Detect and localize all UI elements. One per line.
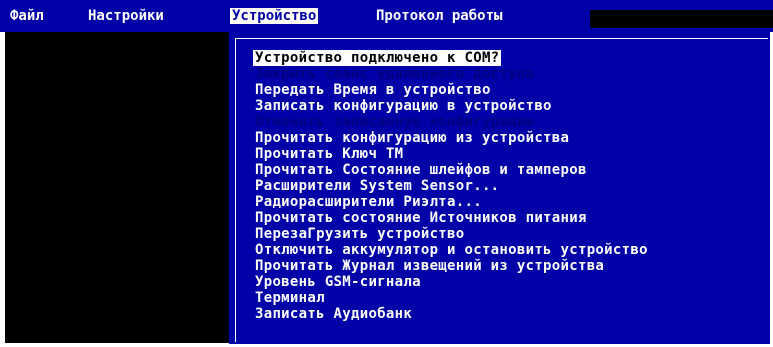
menu-device[interactable]: Устройство	[230, 8, 319, 24]
dropdown-item-label: Устройство подключено к COM?	[253, 50, 502, 66]
dropdown-item-label: Прочитать конфигурацию из устройства	[255, 130, 570, 146]
menu-work-log[interactable]: Протокол работы	[374, 8, 504, 24]
menu-settings[interactable]: Настройки	[86, 8, 166, 24]
dropdown-item-label: Прочитать Ключ ТМ	[255, 146, 404, 162]
dropdown-item[interactable]: Прочитать Журнал извещений из устройства	[255, 258, 648, 274]
dropdown-item[interactable]: Терминал	[255, 290, 648, 306]
dropdown-item[interactable]: Прочитать Состояние шлейфов и тамперов	[255, 162, 648, 178]
dropdown-item[interactable]: Радиорасширители Риэлта...	[255, 194, 648, 210]
dropdown-item[interactable]: Расширители System Sensor...	[255, 178, 648, 194]
dropdown-item-label: Прочитать Состояние шлейфов и тамперов	[255, 162, 587, 178]
dropdown-item-label: Записать Аудиобанк	[255, 306, 413, 322]
dropdown-item[interactable]: Отключить аккумулятор и остановить устро…	[255, 242, 648, 258]
dropdown-item-label: Расширители System Sensor...	[255, 178, 500, 194]
dropdown-item[interactable]: Прочитать Ключ ТМ	[255, 146, 648, 162]
device-dropdown-menu: Устройство подключено к COM? Закрыть сеан…	[229, 32, 770, 344]
menu-file[interactable]: Файл	[8, 8, 46, 24]
dropdown-item-label: Прочитать состояние Источников питания	[255, 210, 587, 226]
dropdown-item-label: Уровень GSM-сигнала	[255, 274, 421, 290]
dropdown-item-label: Прочитать Журнал извещений из устройства	[255, 258, 605, 274]
left-panel	[5, 32, 229, 343]
dropdown-item-label: ПерезаГрузить устройство	[255, 226, 465, 242]
dropdown-item[interactable]: Устройство подключено к COM?	[253, 50, 648, 66]
dropdown-item-label: Передать Время в устройство	[255, 82, 491, 98]
dropdown-item-label: Терминал	[255, 290, 325, 306]
menu-bar-spacer	[590, 10, 773, 28]
dropdown-item[interactable]: Уровень GSM-сигнала	[255, 274, 648, 290]
dropdown-item-label: Радиорасширители Риэлта...	[255, 194, 482, 210]
dropdown-item-label: Отменить записанную конфигурацию	[255, 114, 535, 130]
dropdown-item-list: Устройство подключено к COM? Закрыть сеан…	[253, 50, 648, 322]
dropdown-item: Закрыть сеанс удаленного доступа	[255, 66, 648, 82]
dropdown-item[interactable]: Прочитать конфигурацию из устройства	[255, 130, 648, 146]
dropdown-item[interactable]: Передать Время в устройство	[255, 82, 648, 98]
dropdown-item[interactable]: Прочитать состояние Источников питания	[255, 210, 648, 226]
menu-bar: Файл Настройки Устройство Протокол работ…	[0, 0, 773, 32]
dropdown-item-label: Отключить аккумулятор и остановить устро…	[255, 242, 648, 258]
dropdown-item-label: Закрыть сеанс удаленного доступа	[255, 66, 535, 82]
dropdown-item[interactable]: Записать конфигурацию в устройство	[255, 98, 648, 114]
dropdown-item-label: Записать конфигурацию в устройство	[255, 98, 552, 114]
dropdown-item: Отменить записанную конфигурацию	[255, 114, 648, 130]
dropdown-item[interactable]: ПерезаГрузить устройство	[255, 226, 648, 242]
dropdown-item[interactable]: Записать Аудиобанк	[255, 306, 648, 322]
